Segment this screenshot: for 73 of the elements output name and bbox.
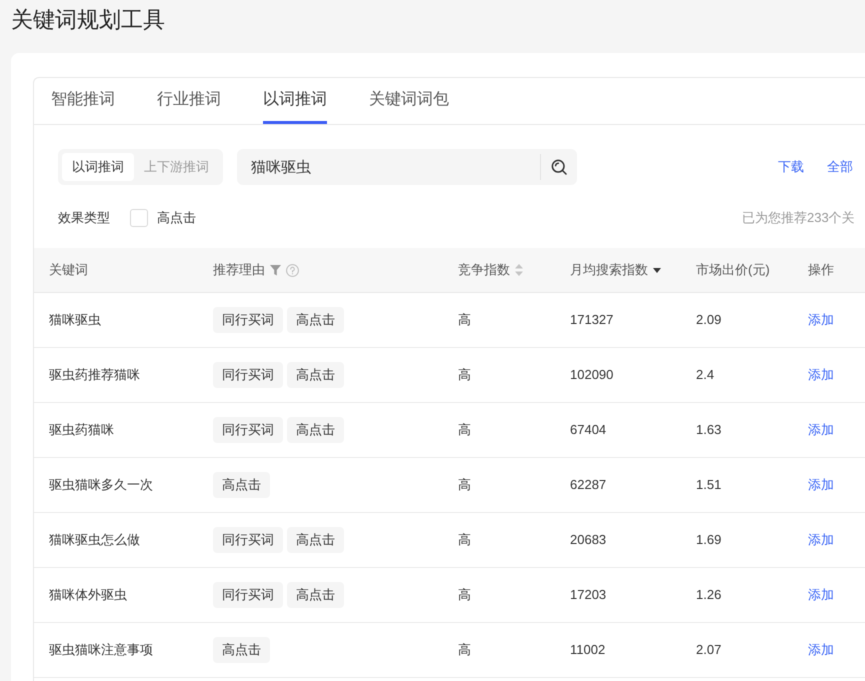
- competition-cell-text: 高: [458, 476, 471, 494]
- help-icon[interactable]: [286, 264, 299, 276]
- keyword-cell-text: 猫咪驱虫: [49, 311, 101, 330]
- search-index-cell-text: 62287: [570, 476, 606, 494]
- competition-cell-text: 高: [458, 531, 471, 550]
- search-button[interactable]: [541, 149, 577, 185]
- reason-tag: 高点击: [213, 472, 270, 498]
- competition-cell-text: 高: [458, 421, 471, 440]
- column-header: 月均搜索指数: [570, 261, 648, 280]
- checkbox[interactable]: [130, 209, 148, 227]
- reason-tag: 高点击: [287, 527, 344, 553]
- reason-tag: 高点击: [287, 417, 344, 443]
- mode-option[interactable]: 上下游推词: [134, 153, 219, 181]
- competition-cell-text: 高: [458, 366, 471, 384]
- price-cell-text: 1.63: [696, 421, 722, 440]
- filter-icon[interactable]: [270, 264, 281, 276]
- download-link[interactable]: 下载: [778, 157, 804, 177]
- keyword-cell-text: 猫咪驱虫怎么做: [49, 531, 140, 550]
- search-index-cell-text: 67404: [570, 421, 606, 440]
- price-cell-text: 1.51: [696, 476, 722, 494]
- column-header: 推荐理由: [213, 261, 265, 280]
- tab[interactable]: 行业推词: [157, 78, 221, 124]
- sort-descending-icon[interactable]: [653, 268, 661, 272]
- add-link[interactable]: 添加: [808, 475, 834, 495]
- column-header: 竞争指数: [458, 261, 510, 280]
- add-link[interactable]: 添加: [808, 420, 834, 440]
- column-header: 市场出价(元): [696, 261, 770, 280]
- search-icon: [551, 159, 567, 175]
- add-link[interactable]: 添加: [808, 585, 834, 605]
- reason-tag: 同行买词: [213, 527, 283, 553]
- tab[interactable]: 以词推词: [263, 78, 327, 124]
- filter-label: 效果类型: [58, 209, 110, 228]
- search-index-cell-text: 17203: [570, 586, 606, 604]
- tab[interactable]: 关键词词包: [369, 78, 449, 124]
- mode-option[interactable]: 以词推词: [62, 153, 134, 181]
- column-header: 操作: [808, 261, 834, 280]
- reason-tag: 同行买词: [213, 582, 283, 608]
- action-link[interactable]: 全部: [827, 157, 853, 177]
- price-cell-text: 1.26: [696, 586, 722, 604]
- price-cell-text: 1.69: [696, 531, 722, 550]
- tab[interactable]: 智能推词: [51, 78, 115, 124]
- result-summary: 已为您推荐233个关: [742, 209, 855, 228]
- search-field[interactable]: 猫咪驱虫: [237, 149, 540, 185]
- page-title: 关键词规划工具: [11, 6, 165, 34]
- search-index-cell-text: 11002: [570, 641, 606, 660]
- reason-tag: 同行买词: [213, 307, 283, 333]
- column-header: 关键词: [49, 261, 88, 280]
- reason-tag: 同行买词: [213, 362, 283, 388]
- add-link[interactable]: 添加: [808, 640, 834, 660]
- add-link[interactable]: 添加: [808, 530, 834, 550]
- competition-cell-text: 高: [458, 586, 471, 604]
- competition-cell-text: 高: [458, 641, 471, 660]
- keyword-cell-text: 驱虫药猫咪: [49, 421, 114, 440]
- price-cell-text: 2.4: [696, 366, 714, 384]
- reason-tag: 高点击: [287, 362, 344, 388]
- search-index-cell-text: 171327: [570, 311, 614, 330]
- add-link[interactable]: 添加: [808, 310, 834, 330]
- add-link[interactable]: 添加: [808, 365, 834, 385]
- keyword-cell-text: 驱虫猫咪多久一次: [49, 476, 153, 494]
- keyword-cell-text: 驱虫猫咪注意事项: [49, 641, 153, 660]
- keyword-cell-text: 驱虫药推荐猫咪: [49, 366, 140, 384]
- price-cell-text: 2.09: [696, 311, 722, 330]
- reason-tag: 高点击: [287, 307, 344, 333]
- reason-tag: 高点击: [213, 637, 270, 663]
- reason-tag: 同行买词: [213, 417, 283, 443]
- price-cell-text: 2.07: [696, 641, 722, 660]
- competition-cell-text: 高: [458, 311, 471, 330]
- search-index-cell-text: 20683: [570, 531, 606, 550]
- search-index-cell-text: 102090: [570, 366, 614, 384]
- keyword-cell-text: 猫咪体外驱虫: [49, 586, 127, 604]
- sort-icon[interactable]: [515, 264, 523, 276]
- reason-tag: 高点击: [287, 582, 344, 608]
- checkbox-label[interactable]: 高点击: [157, 208, 196, 228]
